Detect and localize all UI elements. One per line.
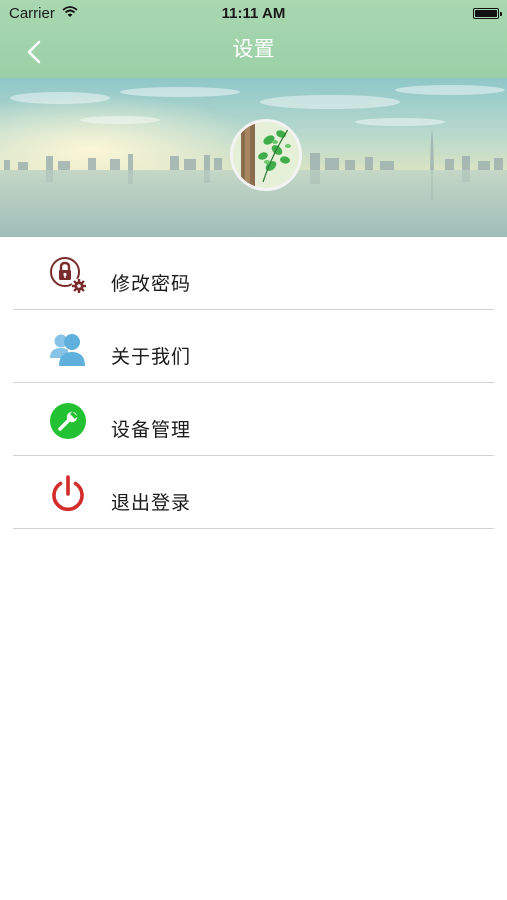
- lock-gear-icon: [50, 257, 87, 294]
- menu-item-label: 设备管理: [111, 419, 192, 441]
- divider: [13, 528, 494, 529]
- menu-item-change-password[interactable]: 修改密码: [0, 237, 507, 310]
- menu-item-about-us[interactable]: 关于我们: [0, 310, 507, 383]
- battery-icon: [473, 8, 502, 19]
- settings-menu: 修改密码 关于我们 设备管理 退出登录: [0, 237, 507, 529]
- menu-item-label: 退出登录: [111, 492, 192, 514]
- menu-item-label: 关于我们: [111, 346, 192, 368]
- page-title: 设置: [232, 37, 275, 61]
- menu-item-logout[interactable]: 退出登录: [0, 456, 507, 529]
- avatar[interactable]: [230, 119, 302, 191]
- clock: 11:11 AM: [221, 5, 286, 22]
- menu-item-device-management[interactable]: 设备管理: [0, 383, 507, 456]
- status-bar: Carrier 11:11 AM: [0, 0, 507, 28]
- wrench-icon: [50, 403, 86, 439]
- menu-item-label: 修改密码: [111, 273, 192, 295]
- plant-photo-image: [233, 122, 299, 188]
- users-icon: [50, 334, 85, 366]
- power-icon: [52, 475, 84, 512]
